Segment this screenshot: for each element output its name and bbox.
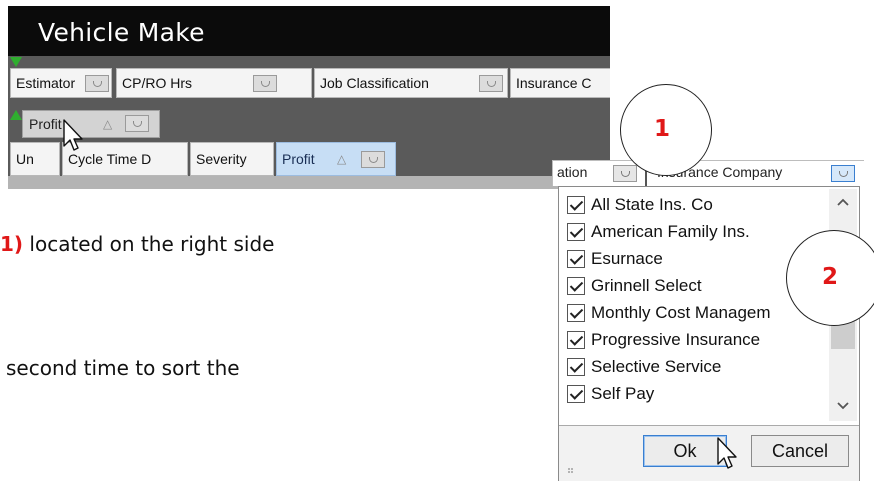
list-item[interactable]: Self Pay bbox=[563, 382, 827, 408]
group-header-cp-ro-hrs[interactable]: CP/RO Hrs bbox=[116, 68, 312, 98]
sort-triangle-icon: △ bbox=[337, 152, 347, 166]
filter-dropdown-icon[interactable] bbox=[613, 165, 637, 182]
grid-bottom-strip bbox=[8, 176, 610, 189]
column-header-severity[interactable]: Severity bbox=[190, 142, 274, 176]
group-header-label: Job Classification bbox=[320, 75, 429, 91]
popup-footer: Ok Cancel bbox=[559, 425, 859, 481]
filter-dropdown-icon[interactable] bbox=[125, 115, 149, 132]
grid-panel: Vehicle Make Estimator CP/RO Hrs Job Cla… bbox=[8, 6, 610, 189]
list-item-label: Self Pay bbox=[591, 384, 655, 403]
callout-number: 2 bbox=[822, 264, 839, 290]
callout-2: 2 bbox=[786, 230, 874, 326]
resize-grip-icon[interactable] bbox=[567, 466, 577, 474]
dragged-column-profit[interactable]: Profit △ bbox=[22, 110, 160, 138]
dragged-column-label: Profit bbox=[29, 116, 62, 132]
checkbox[interactable] bbox=[567, 277, 585, 295]
list-item[interactable]: American Family Ins. bbox=[563, 220, 827, 246]
filter-dropdown-icon[interactable] bbox=[253, 75, 277, 92]
checkbox[interactable] bbox=[567, 250, 585, 268]
chevron-up-icon[interactable] bbox=[829, 193, 857, 213]
filter-dropdown-icon[interactable] bbox=[361, 151, 385, 168]
group-by-row: Estimator CP/RO Hrs Job Classification I… bbox=[8, 68, 610, 98]
group-header-estimator[interactable]: Estimator bbox=[10, 68, 112, 98]
list-item-label: All State Ins. Co bbox=[591, 195, 713, 214]
filter-dropdown-icon[interactable] bbox=[479, 75, 503, 92]
instruction-line-1: 1) located on the right side bbox=[0, 232, 274, 256]
sort-triangle-icon: △ bbox=[103, 117, 113, 131]
column-header-label: Un bbox=[16, 151, 34, 167]
filter-popup: All State Ins. Co American Family Ins. E… bbox=[558, 186, 860, 481]
list-item[interactable]: Progressive Insurance bbox=[563, 328, 827, 354]
instruction-text: located on the right side bbox=[23, 232, 275, 256]
chevron-down-icon[interactable] bbox=[829, 397, 857, 417]
green-arrow-up-icon bbox=[10, 110, 22, 120]
grid-title: Vehicle Make bbox=[38, 18, 205, 47]
list-item-label: Monthly Cost Managem bbox=[591, 303, 771, 322]
mouse-pointer-icon bbox=[63, 119, 83, 151]
list-item-label: American Family Ins. bbox=[591, 222, 750, 241]
group-header-label: Estimator bbox=[16, 75, 76, 91]
list-item[interactable]: All State Ins. Co bbox=[563, 193, 827, 219]
instruction-line-2: second time to sort the bbox=[6, 356, 240, 380]
filter-dropdown-icon[interactable] bbox=[831, 165, 855, 182]
group-header-job-classification[interactable]: Job Classification bbox=[314, 68, 508, 98]
checkbox[interactable] bbox=[567, 304, 585, 322]
filter-value-list: All State Ins. Co American Family Ins. E… bbox=[563, 189, 827, 421]
filter-dropdown-icon[interactable] bbox=[85, 75, 109, 92]
column-header-label: ation bbox=[557, 164, 588, 180]
callout-number: 1 bbox=[654, 116, 671, 142]
checkbox[interactable] bbox=[567, 223, 585, 241]
column-header-label: Severity bbox=[196, 151, 247, 167]
list-item[interactable]: Selective Service bbox=[563, 355, 827, 381]
callout-1: 1 bbox=[620, 84, 712, 176]
list-item[interactable]: Monthly Cost Managem bbox=[563, 301, 827, 327]
column-header-profit[interactable]: Profit △ bbox=[276, 142, 396, 176]
list-item-label: Selective Service bbox=[591, 357, 722, 376]
instruction-text: second time to sort the bbox=[6, 356, 240, 380]
list-item-label: Progressive Insurance bbox=[591, 330, 761, 349]
column-header-row: Un Cycle Time D Severity Profit △ bbox=[8, 142, 610, 176]
cancel-button[interactable]: Cancel bbox=[751, 435, 849, 467]
group-header-label: CP/RO Hrs bbox=[122, 75, 192, 91]
checkbox[interactable] bbox=[567, 385, 585, 403]
column-header-un[interactable]: Un bbox=[10, 142, 60, 176]
grid-title-bar: Vehicle Make bbox=[8, 6, 610, 56]
list-item-label: Esurnace bbox=[591, 249, 663, 268]
popup-column-header-strip: ation Insurance Company bbox=[552, 160, 864, 187]
green-arrow-down-icon bbox=[10, 57, 22, 67]
checkbox[interactable] bbox=[567, 358, 585, 376]
instruction-step-number: 1) bbox=[0, 232, 24, 256]
mouse-pointer-icon bbox=[717, 437, 737, 469]
group-header-insurance-company[interactable]: Insurance C bbox=[510, 68, 610, 98]
checkbox[interactable] bbox=[567, 196, 585, 214]
column-header-label: Profit bbox=[282, 151, 315, 167]
list-item-label: Grinnell Select bbox=[591, 276, 702, 295]
group-header-label: Insurance C bbox=[516, 75, 592, 91]
checkbox[interactable] bbox=[567, 331, 585, 349]
ok-button[interactable]: Ok bbox=[643, 435, 727, 467]
